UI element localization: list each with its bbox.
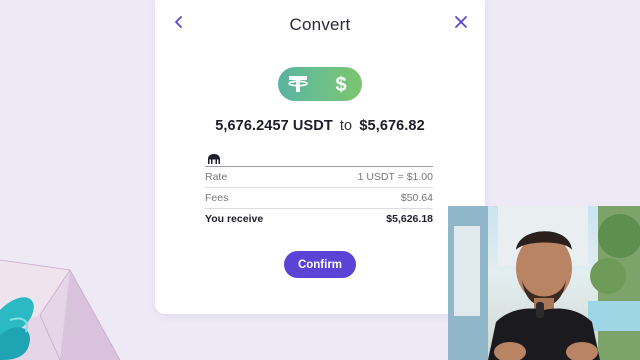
fees-row: Fees $50.64 [205, 188, 433, 209]
decorative-crystal-graphic [0, 259, 121, 360]
to-connector: to [339, 118, 353, 134]
rate-row: Rate 1 USDT = $1.00 [205, 167, 433, 188]
conversion-pair-badge: $ [278, 67, 362, 101]
confirm-button[interactable]: Confirm [284, 251, 356, 278]
dollar-icon: $ [327, 70, 355, 98]
to-amount: $5,676.82 [359, 118, 425, 134]
rate-label: Rate [205, 171, 228, 183]
receive-value: $5,626.18 [386, 213, 433, 225]
fees-label: Fees [205, 192, 229, 204]
receive-label: You receive [205, 213, 264, 225]
tether-icon [284, 70, 312, 98]
receive-row: You receive $5,626.18 [205, 209, 433, 229]
details-table: Rate 1 USDT = $1.00 Fees $50.64 You rece… [205, 166, 433, 229]
close-icon [455, 16, 467, 28]
from-amount: 5,676.2457 USDT [215, 118, 333, 134]
rate-value: 1 USDT = $1.00 [357, 171, 433, 183]
presenter-video-overlay [448, 206, 640, 360]
close-button[interactable] [449, 10, 473, 34]
svg-text:$: $ [335, 74, 346, 96]
dialog-title: Convert [289, 15, 351, 34]
conversion-summary: 5,676.2457 USDT to $5,676.82 [155, 118, 485, 134]
fees-value: $50.64 [400, 192, 433, 204]
convert-dialog: Convert $ 5,676.2457 USDT to $5,676.82 R… [155, 0, 485, 314]
kraken-logo-icon [208, 154, 220, 164]
